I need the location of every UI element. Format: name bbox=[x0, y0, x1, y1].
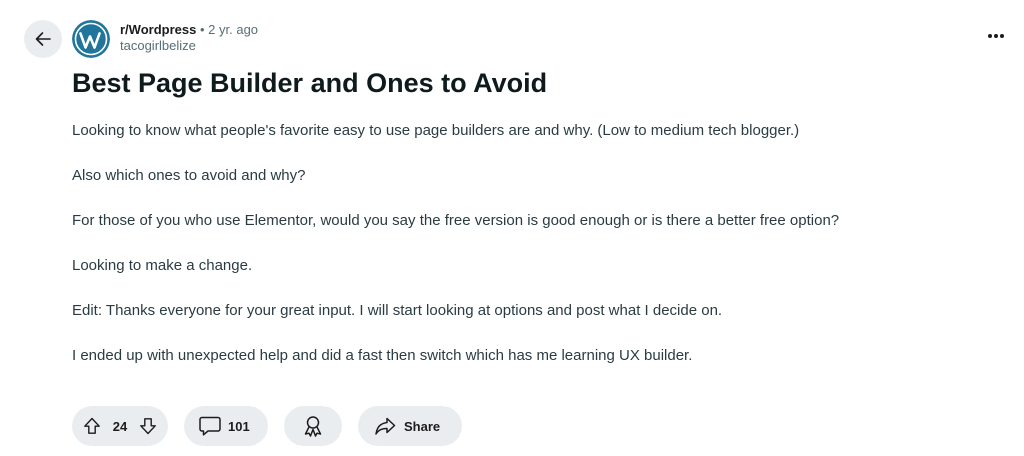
upvote-icon bbox=[84, 417, 100, 434]
vote-control: 24 bbox=[72, 406, 168, 446]
meta-separator: • bbox=[199, 22, 205, 37]
share-button[interactable]: Share bbox=[358, 406, 462, 446]
award-button[interactable] bbox=[284, 406, 342, 446]
post-meta: r/Wordpress • 2 yr. ago tacogirlbelize bbox=[120, 22, 258, 54]
subreddit-avatar[interactable] bbox=[72, 20, 110, 58]
post-meta-line: r/Wordpress • 2 yr. ago bbox=[120, 22, 258, 38]
arrow-left-icon bbox=[35, 32, 51, 46]
award-icon bbox=[304, 416, 322, 437]
post-paragraph: I ended up with unexpected help and did … bbox=[72, 347, 693, 364]
comments-button[interactable]: 101 bbox=[184, 406, 268, 446]
post-paragraph: Looking to make a change. bbox=[72, 257, 253, 274]
author-link[interactable]: tacogirlbelize bbox=[120, 38, 258, 54]
post-title: Best Page Builder and Ones to Avoid bbox=[72, 68, 548, 98]
post-detail-page: r/Wordpress • 2 yr. ago tacogirlbelize B… bbox=[0, 0, 1024, 456]
more-horizontal-icon bbox=[988, 34, 1004, 38]
upvote-button[interactable] bbox=[82, 416, 102, 436]
post-paragraph: Also which ones to avoid and why? bbox=[72, 167, 306, 184]
downvote-button[interactable] bbox=[138, 416, 158, 436]
post-paragraph: Edit: Thanks everyone for your great inp… bbox=[72, 302, 723, 319]
more-options-button[interactable] bbox=[982, 22, 1010, 50]
downvote-icon bbox=[140, 418, 156, 435]
back-button[interactable] bbox=[24, 20, 62, 58]
comment-count: 101 bbox=[228, 418, 250, 434]
post-paragraph: Looking to know what people's favorite e… bbox=[72, 122, 800, 139]
comment-icon bbox=[199, 416, 221, 436]
share-label: Share bbox=[404, 418, 441, 434]
post-paragraph: For those of you who use Elementor, woul… bbox=[72, 212, 840, 229]
share-icon bbox=[375, 417, 396, 435]
wordpress-logo-icon bbox=[72, 20, 110, 58]
vote-score: 24 bbox=[112, 418, 128, 434]
post-action-bar: 24 101 Share bbox=[72, 406, 462, 446]
post-age: 2 yr. ago bbox=[208, 22, 259, 37]
subreddit-link[interactable]: r/Wordpress bbox=[120, 22, 196, 37]
post-body: Looking to know what people's favorite e… bbox=[72, 120, 1012, 390]
